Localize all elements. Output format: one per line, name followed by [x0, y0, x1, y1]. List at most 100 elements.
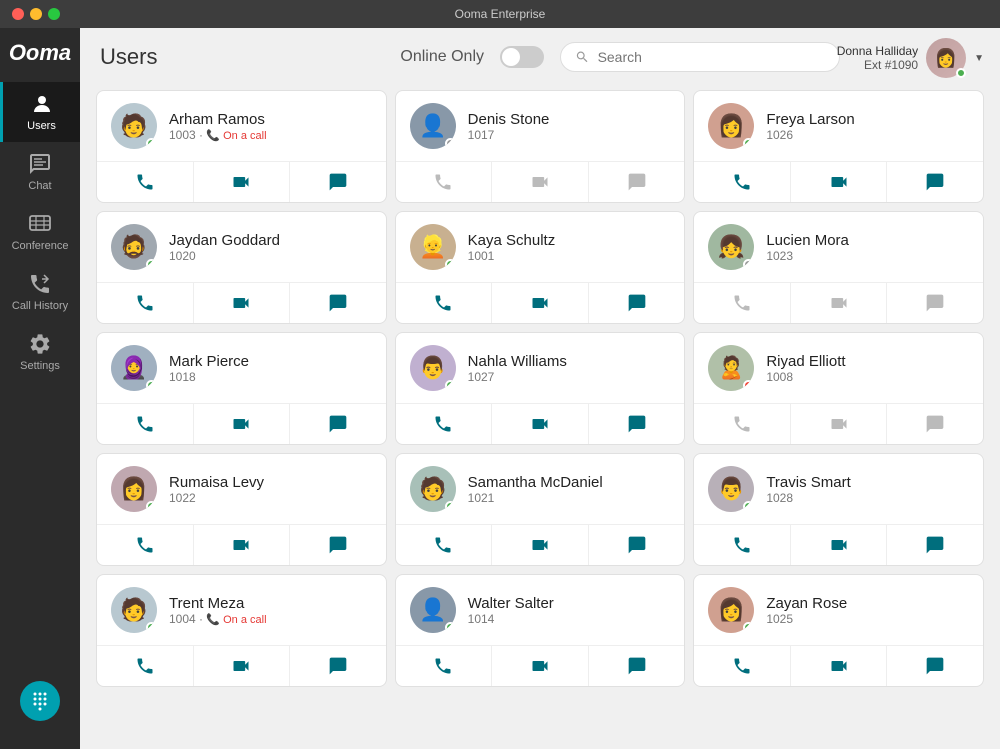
video-icon: [231, 414, 251, 434]
user-card: 👩 Zayan Rose 1025: [693, 574, 984, 687]
maximize-button[interactable]: [48, 8, 60, 20]
chat-button[interactable]: [589, 283, 685, 323]
phone-button[interactable]: [396, 162, 493, 202]
video-button[interactable]: [492, 525, 589, 565]
sidebar-chat-label: Chat: [28, 180, 51, 192]
user-name: Trent Meza: [169, 595, 372, 612]
user-ext: 1022: [169, 491, 372, 505]
chat-button[interactable]: [589, 404, 685, 444]
user-avatar: 🧑: [111, 103, 157, 149]
user-actions: [396, 524, 685, 565]
chat-button[interactable]: [887, 525, 983, 565]
chat-button[interactable]: [290, 162, 386, 202]
online-only-toggle[interactable]: [500, 46, 544, 68]
video-button[interactable]: [194, 525, 291, 565]
video-button[interactable]: [791, 646, 888, 686]
video-icon: [231, 172, 251, 192]
phone-button[interactable]: [396, 404, 493, 444]
video-button[interactable]: [791, 283, 888, 323]
chat-button[interactable]: [290, 404, 386, 444]
phone-icon: [135, 293, 155, 313]
sidebar-item-users[interactable]: Users: [0, 82, 80, 142]
user-card: 🧑 Trent Meza 1004 · 📞 On a call: [96, 574, 387, 687]
user-text: Riyad Elliott 1008: [766, 353, 969, 384]
user-ext: 1027: [468, 370, 671, 384]
video-button[interactable]: [194, 646, 291, 686]
user-card: 👱 Kaya Schultz 1001: [395, 211, 686, 324]
phone-button[interactable]: [694, 404, 791, 444]
video-button[interactable]: [492, 404, 589, 444]
user-dropdown-arrow[interactable]: ▼: [974, 53, 984, 64]
user-status-dot: [743, 501, 754, 512]
video-button[interactable]: [492, 283, 589, 323]
sidebar-item-chat[interactable]: Chat: [0, 142, 80, 202]
phone-button[interactable]: [694, 646, 791, 686]
user-card-info: 🧔 Jaydan Goddard 1020: [97, 212, 386, 282]
chat-button[interactable]: [290, 283, 386, 323]
sidebar-users-label: Users: [27, 120, 56, 132]
chat-button[interactable]: [589, 162, 685, 202]
user-actions: [97, 282, 386, 323]
phone-button[interactable]: [396, 283, 493, 323]
video-icon: [530, 293, 550, 313]
phone-button[interactable]: [694, 283, 791, 323]
phone-button[interactable]: [97, 646, 194, 686]
user-card-info: 🧑 Arham Ramos 1003 · 📞 On a call: [97, 91, 386, 161]
video-button[interactable]: [791, 404, 888, 444]
user-card-info: 👤 Denis Stone 1017: [396, 91, 685, 161]
phone-icon: [732, 535, 752, 555]
phone-button[interactable]: [396, 646, 493, 686]
header-area: Donna Halliday Ext #1090 👩 ▼ Users Onlin…: [80, 28, 1000, 86]
dialpad-button[interactable]: [20, 681, 60, 721]
video-button[interactable]: [194, 283, 291, 323]
user-status-dot: [146, 622, 157, 633]
current-user-area: Donna Halliday Ext #1090 👩 ▼: [837, 38, 984, 78]
dialpad-section: [20, 681, 60, 721]
chat-button[interactable]: [589, 646, 685, 686]
user-status-dot: [146, 501, 157, 512]
window-title: Ooma Enterprise: [455, 7, 546, 21]
user-name: Arham Ramos: [169, 111, 372, 128]
user-text: Arham Ramos 1003 · 📞 On a call: [169, 111, 372, 142]
chat-button[interactable]: [887, 283, 983, 323]
phone-button[interactable]: [97, 525, 194, 565]
phone-button[interactable]: [97, 283, 194, 323]
user-status-dot: [146, 380, 157, 391]
video-button[interactable]: [194, 162, 291, 202]
user-status-dot: [445, 380, 456, 391]
chat-button[interactable]: [887, 404, 983, 444]
close-button[interactable]: [12, 8, 24, 20]
chat-bubble-icon: [328, 656, 348, 676]
video-button[interactable]: [194, 404, 291, 444]
user-card: 🧑 Arham Ramos 1003 · 📞 On a call: [96, 90, 387, 203]
chat-bubble-icon: [627, 172, 647, 192]
video-button[interactable]: [791, 162, 888, 202]
user-text: Kaya Schultz 1001: [468, 232, 671, 263]
phone-button[interactable]: [694, 525, 791, 565]
video-button[interactable]: [791, 525, 888, 565]
chat-button[interactable]: [290, 525, 386, 565]
phone-button[interactable]: [97, 162, 194, 202]
sidebar-item-settings[interactable]: Settings: [0, 322, 80, 382]
phone-button[interactable]: [97, 404, 194, 444]
current-user-info: Donna Halliday Ext #1090: [837, 44, 918, 72]
user-status-dot: [743, 138, 754, 149]
minimize-button[interactable]: [30, 8, 42, 20]
sidebar-item-call-history[interactable]: Call History: [0, 262, 80, 322]
user-text: Zayan Rose 1025: [766, 595, 969, 626]
chat-button[interactable]: [887, 646, 983, 686]
phone-button[interactable]: [396, 525, 493, 565]
chat-button[interactable]: [589, 525, 685, 565]
user-avatar: 👤: [410, 103, 456, 149]
user-card: 🧑 Samantha McDaniel 1021: [395, 453, 686, 566]
video-button[interactable]: [492, 646, 589, 686]
phone-button[interactable]: [694, 162, 791, 202]
chat-button[interactable]: [887, 162, 983, 202]
sidebar-item-conference[interactable]: Conference: [0, 202, 80, 262]
chat-button[interactable]: [290, 646, 386, 686]
video-button[interactable]: [492, 162, 589, 202]
user-ext: 1026: [766, 128, 969, 142]
user-card: 👩 Rumaisa Levy 1022: [96, 453, 387, 566]
video-icon: [829, 172, 849, 192]
search-input[interactable]: [598, 49, 825, 65]
